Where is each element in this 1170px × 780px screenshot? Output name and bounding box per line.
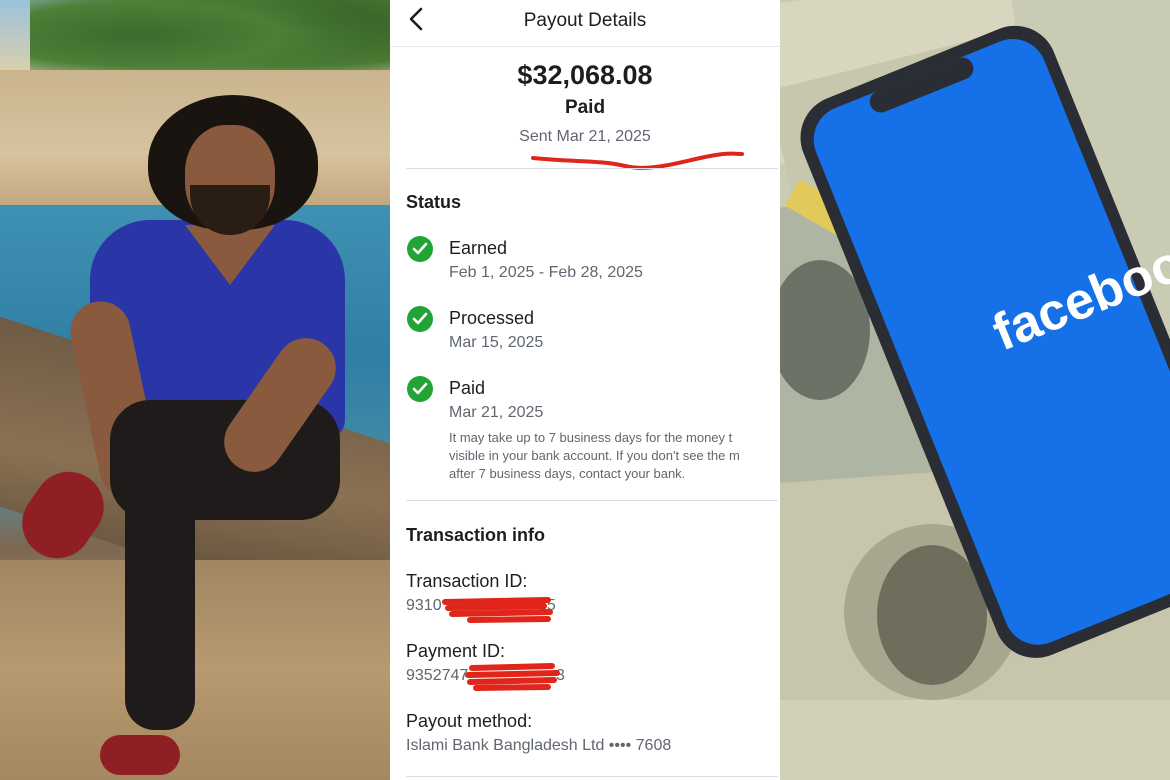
payout-method-label: Payout method: (406, 711, 533, 731)
check-circle-icon (407, 376, 433, 402)
divider (406, 500, 778, 501)
right-photo-facebook-phone-on-cash: facebook (780, 0, 1170, 780)
status-step-label: Processed (449, 308, 535, 328)
status-step-date: Mar 15, 2025 (449, 334, 544, 351)
red-underline-mark (531, 151, 744, 170)
check-circle-icon (407, 306, 433, 332)
note-line: after 7 business days, contact your bank… (449, 466, 686, 481)
status-step-date: Mar 21, 2025 (449, 404, 544, 421)
payment-id-label: Payment ID: (406, 641, 506, 661)
top-bar: Payout Details (390, 0, 780, 47)
note-line: visible in your bank account. If you don… (449, 448, 740, 463)
check-circle-icon (407, 236, 433, 262)
note-line: It may take up to 7 business days for th… (449, 430, 733, 445)
redaction-scribble (442, 597, 553, 623)
transaction-info-heading: Transaction info (406, 525, 546, 545)
leg (125, 470, 195, 730)
divider (406, 168, 778, 169)
payout-status: Paid (564, 97, 606, 118)
payout-method-value: Islami Bank Bangladesh Ltd •••• 7608 (406, 737, 672, 754)
bank-delay-note: It may take up to 7 business days for th… (449, 429, 780, 483)
transaction-id-label: Transaction ID: (406, 571, 528, 591)
divider (406, 776, 778, 777)
status-step-label: Paid (449, 378, 486, 398)
page-title: Payout Details (523, 10, 647, 31)
sent-date: Sent Mar 21, 2025 (519, 128, 651, 145)
red-sandal (100, 735, 180, 775)
ground (0, 560, 390, 780)
status-step-label: Earned (449, 238, 508, 258)
transaction-id-prefix: 9310 (406, 597, 442, 614)
payout-details-screen: Payout Details $32,068.08 Paid Sent Mar … (390, 0, 780, 780)
status-step-date: Feb 1, 2025 - Feb 28, 2025 (449, 264, 643, 281)
redaction-scribble (465, 663, 560, 691)
payment-id-prefix: 9352747 (406, 667, 469, 684)
payout-amount: $32,068.08 (517, 60, 653, 90)
left-photo-man-by-river (0, 0, 390, 780)
status-heading: Status (406, 192, 462, 212)
